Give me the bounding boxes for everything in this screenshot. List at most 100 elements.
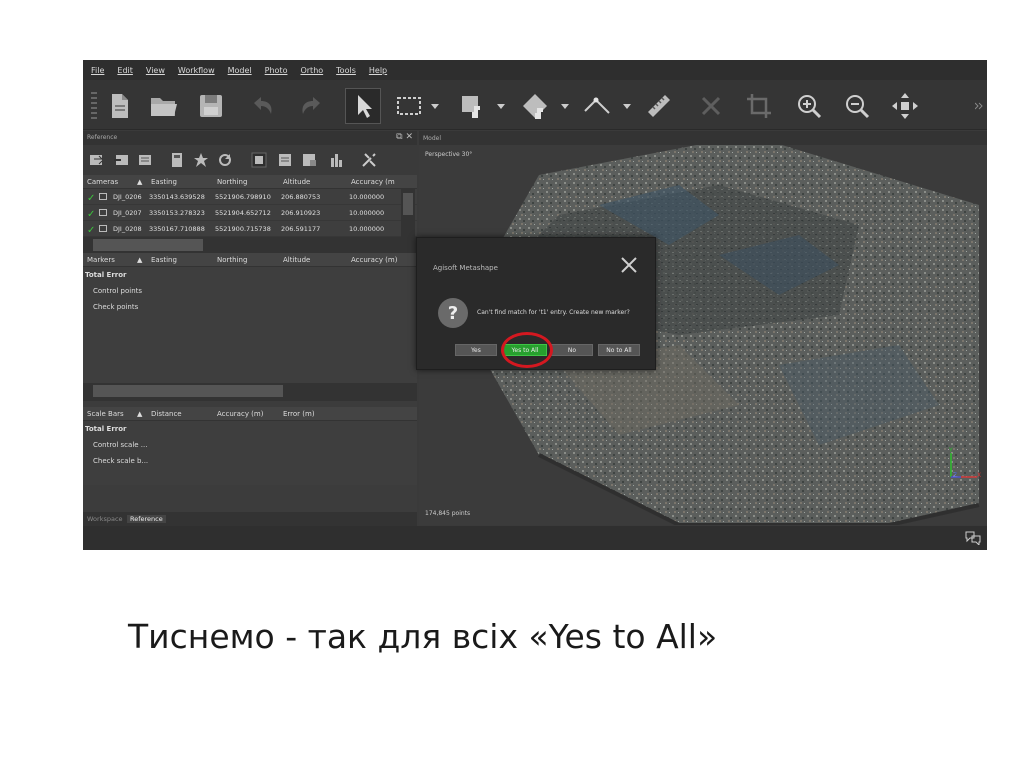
menu-bar: File Edit View Workflow Model Photo Orth…: [83, 60, 987, 80]
camera-icon: [99, 209, 107, 216]
col-altitude[interactable]: Altitude: [283, 178, 310, 186]
reference-panel-title-text: Reference: [87, 134, 118, 141]
tab-workspace[interactable]: Workspace: [87, 515, 123, 523]
navigate-cursor-icon[interactable]: [345, 88, 381, 124]
resize-region-icon[interactable]: [455, 88, 491, 124]
cameras-table-header: Cameras ▲ Easting Northing Altitude Accu…: [83, 175, 417, 189]
sort-asc-icon[interactable]: ▲: [137, 178, 142, 186]
cameras-vscrollbar[interactable]: [401, 189, 415, 239]
menu-workflow[interactable]: Workflow: [178, 66, 215, 75]
col-markers[interactable]: Markers: [87, 256, 115, 264]
col-easting[interactable]: Easting: [151, 256, 177, 264]
view-variance-icon[interactable]: [329, 152, 345, 168]
col-accuracy[interactable]: Accuracy (m: [351, 178, 395, 186]
check-icon[interactable]: ✓: [87, 225, 95, 236]
main-toolbar: [83, 80, 987, 130]
undo-icon[interactable]: [245, 88, 281, 124]
camera-northing: 5521900.715738: [215, 225, 271, 233]
no-button[interactable]: No: [551, 344, 593, 356]
draw-polyline-icon[interactable]: [579, 88, 615, 124]
col-altitude[interactable]: Altitude: [283, 256, 310, 264]
open-folder-icon[interactable]: [145, 88, 181, 124]
scroll-thumb[interactable]: [93, 239, 203, 251]
menu-model[interactable]: Model: [228, 66, 252, 75]
rectangle-selection-icon[interactable]: [391, 88, 427, 124]
convert-reference-icon[interactable]: [137, 152, 153, 168]
rotate-object-icon[interactable]: [517, 88, 553, 124]
scroll-thumb[interactable]: [93, 385, 283, 397]
menu-photo[interactable]: Photo: [265, 66, 288, 75]
save-icon[interactable]: [193, 88, 229, 124]
col-northing[interactable]: Northing: [217, 256, 247, 264]
close-icon[interactable]: [618, 254, 640, 276]
col-accuracy[interactable]: Accuracy (m): [351, 256, 397, 264]
sort-asc-icon[interactable]: ▲: [137, 256, 142, 264]
redo-icon[interactable]: [293, 88, 329, 124]
export-reference-icon[interactable]: [113, 152, 129, 168]
chat-icon[interactable]: [965, 531, 981, 545]
markers-hscrollbar[interactable]: [83, 383, 417, 401]
new-document-icon[interactable]: [101, 88, 137, 124]
toolbar-grip[interactable]: [91, 92, 97, 122]
menu-tools[interactable]: Tools: [336, 66, 356, 75]
star-icon[interactable]: [193, 152, 209, 168]
chevron-down-icon[interactable]: [497, 102, 505, 110]
camera-name: DJI_0208: [113, 225, 142, 233]
col-scale-bars[interactable]: Scale Bars: [87, 410, 124, 418]
col-easting[interactable]: Easting: [151, 178, 177, 186]
camera-name: DJI_0207: [113, 209, 142, 217]
menu-view[interactable]: View: [146, 66, 165, 75]
crop-icon[interactable]: [741, 88, 777, 124]
list-item[interactable]: Control scale ...: [93, 441, 147, 449]
table-row[interactable]: ✓ DJI_0208 3350167.710888 5521900.715738…: [83, 221, 417, 237]
chevron-down-icon[interactable]: [623, 102, 631, 110]
view-estimated-icon[interactable]: [277, 152, 293, 168]
camera-icon: [99, 225, 107, 232]
view-errors-icon[interactable]: [301, 152, 317, 168]
col-cameras[interactable]: Cameras: [87, 178, 118, 186]
list-item[interactable]: Check points: [93, 303, 138, 311]
camera-icon: [99, 193, 107, 200]
camera-name: DJI_0206: [113, 193, 142, 201]
cameras-hscrollbar[interactable]: [83, 237, 417, 253]
camera-accuracy: 10.000000: [349, 193, 385, 201]
view-source-icon[interactable]: [251, 152, 267, 168]
yes-button[interactable]: Yes: [455, 344, 497, 356]
no-to-all-button[interactable]: No to All: [598, 344, 640, 356]
table-row[interactable]: ✓ DJI_0207 3350153.278323 5521904.652712…: [83, 205, 417, 221]
settings-tools-icon[interactable]: [361, 152, 377, 168]
check-icon[interactable]: ✓: [87, 209, 95, 220]
tab-reference[interactable]: Reference: [127, 515, 166, 523]
chevron-down-icon[interactable]: [431, 102, 439, 110]
panel-float-close-icon[interactable]: ⧉ ✕: [396, 132, 413, 142]
zoom-in-icon[interactable]: [791, 88, 827, 124]
col-northing[interactable]: Northing: [217, 178, 247, 186]
list-item[interactable]: Total Error: [85, 271, 127, 279]
list-item[interactable]: Total Error: [85, 425, 127, 433]
import-reference-icon[interactable]: [89, 152, 105, 168]
camera-accuracy: 10.000000: [349, 209, 385, 217]
delete-icon[interactable]: [693, 88, 729, 124]
ruler-icon[interactable]: [641, 88, 677, 124]
dialog-title: Agisoft Metashape: [433, 264, 498, 272]
menu-file[interactable]: File: [91, 66, 104, 75]
menu-help[interactable]: Help: [369, 66, 387, 75]
chevron-down-icon[interactable]: [561, 102, 569, 110]
col-error[interactable]: Error (m): [283, 410, 315, 418]
list-item[interactable]: Control points: [93, 287, 142, 295]
col-distance[interactable]: Distance: [151, 410, 182, 418]
move-object-icon[interactable]: [887, 88, 923, 124]
scalebars-list: Total Error Control scale ... Check scal…: [83, 421, 417, 485]
zoom-out-icon[interactable]: [839, 88, 875, 124]
col-accuracy[interactable]: Accuracy (m): [217, 410, 263, 418]
update-refresh-icon[interactable]: [217, 152, 233, 168]
sort-asc-icon[interactable]: ▲: [137, 410, 142, 418]
check-icon[interactable]: ✓: [87, 193, 95, 204]
toolbar-overflow-icon[interactable]: [975, 102, 983, 110]
calculator-icon[interactable]: [169, 152, 185, 168]
axis-x-label: X: [977, 472, 982, 479]
menu-edit[interactable]: Edit: [117, 66, 133, 75]
table-row[interactable]: ✓ DJI_0206 3350143.639528 5521906.798910…: [83, 189, 417, 205]
list-item[interactable]: Check scale b...: [93, 457, 148, 465]
menu-ortho[interactable]: Ortho: [300, 66, 323, 75]
